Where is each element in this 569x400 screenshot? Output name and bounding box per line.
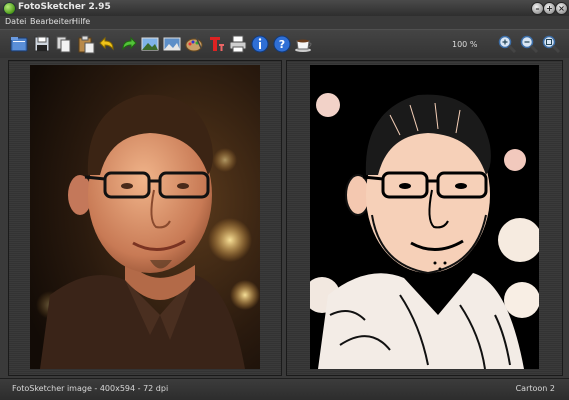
print-icon[interactable] [228, 34, 248, 54]
app-window: FotoSketcher 2.95 – + × Datei Bearbeiten… [0, 0, 569, 400]
zoom-out-icon[interactable] [519, 34, 539, 54]
copy-icon[interactable] [54, 34, 74, 54]
info-icon[interactable] [250, 34, 270, 54]
undo-icon[interactable] [98, 34, 118, 54]
menu-bar: Datei Bearbeiten Hilfe [0, 16, 569, 29]
app-logo-icon [3, 2, 16, 15]
title-bar: FotoSketcher 2.95 – + × [0, 0, 569, 17]
original-image-pane[interactable] [8, 60, 282, 376]
menu-bearbeiten[interactable]: Bearbeiten [30, 17, 74, 26]
close-button[interactable]: × [555, 2, 568, 15]
window-title: FotoSketcher 2.95 [18, 2, 111, 12]
zoom-in-icon[interactable] [497, 34, 517, 54]
paste-icon[interactable] [76, 34, 96, 54]
help-icon[interactable]: ? [272, 34, 292, 54]
compare-image-icon[interactable] [162, 34, 182, 54]
image-icon[interactable] [140, 34, 160, 54]
image-info: FotoSketcher image - 400x594 - 72 dpi [12, 384, 169, 393]
coffee-icon[interactable] [294, 34, 314, 54]
menu-hilfe[interactable]: Hilfe [72, 17, 90, 26]
effect-name: Cartoon 2 [515, 384, 555, 393]
workspace [0, 58, 569, 377]
original-photo [30, 65, 260, 369]
redo-icon[interactable] [118, 34, 138, 54]
toolbar: ? 100 % [0, 29, 569, 59]
open-folder-icon[interactable] [9, 34, 29, 54]
zoom-level: 100 % [452, 40, 478, 49]
zoom-fit-icon[interactable] [541, 34, 561, 54]
text-icon[interactable] [206, 34, 226, 54]
status-bar: FotoSketcher image - 400x594 - 72 dpi Ca… [0, 378, 569, 400]
cartoon-result [310, 65, 539, 369]
save-icon[interactable] [32, 34, 52, 54]
svg-text:?: ? [279, 38, 285, 51]
menu-datei[interactable]: Datei [5, 17, 26, 26]
palette-icon[interactable] [184, 34, 204, 54]
result-image-pane[interactable] [286, 60, 563, 376]
